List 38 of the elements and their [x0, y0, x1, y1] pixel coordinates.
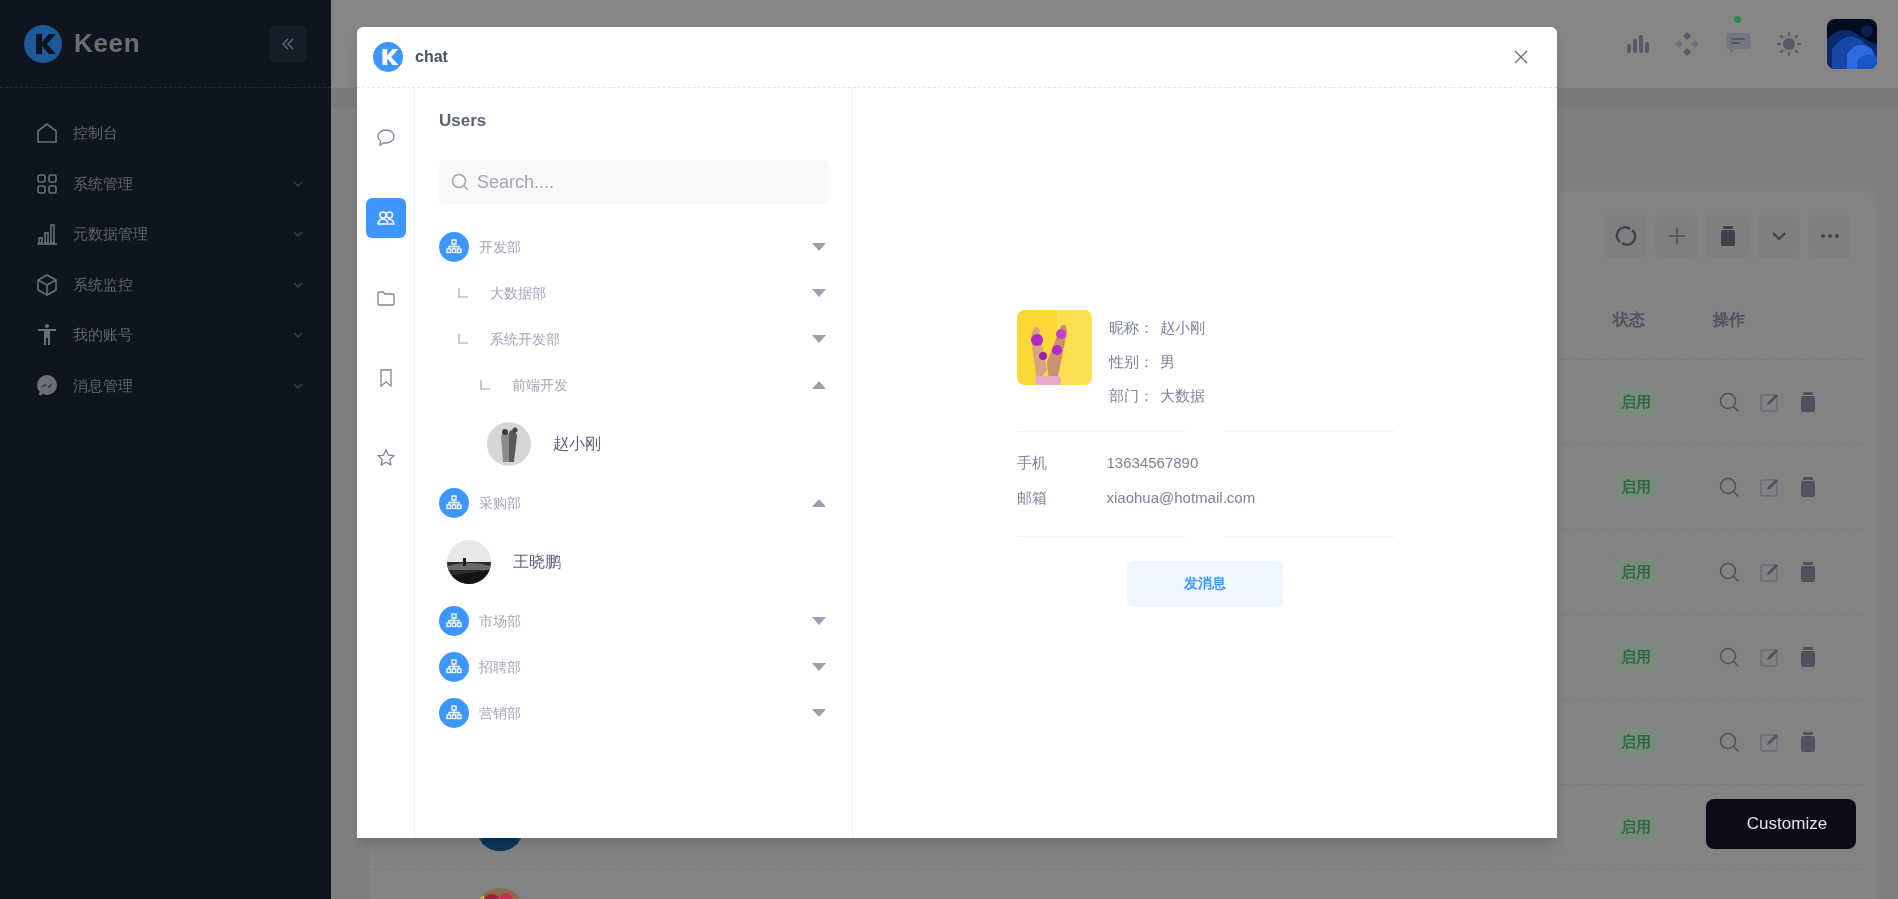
user-row[interactable]: 赵小刚 — [439, 408, 828, 480]
field-label: 昵称： — [1108, 318, 1154, 339]
panel-title: Users — [439, 110, 488, 132]
department-row[interactable]: 大数据部 — [439, 270, 828, 316]
menu-item[interactable]: 消息管理 — [0, 360, 331, 411]
status-badge: 启用 — [1613, 642, 1659, 672]
department-row[interactable]: 市场部 — [439, 598, 828, 644]
user-row[interactable]: 王晓鹏 — [439, 526, 828, 598]
menu-item[interactable]: 元数据管理 — [0, 209, 331, 260]
status-badge: 启用 — [1613, 557, 1659, 587]
status-badge: 启用 — [1613, 472, 1659, 502]
brand-name: Keen — [74, 27, 141, 60]
status-badge: 启用 — [1613, 387, 1659, 417]
department-row[interactable]: 营销部 — [439, 690, 828, 736]
field-label: 性别： — [1108, 352, 1154, 373]
field-label: 手机 — [1016, 452, 1048, 473]
field-value: 大数据 — [1159, 386, 1205, 407]
field-value: 赵小刚 — [1159, 318, 1205, 339]
department-row[interactable]: 开发部 — [439, 224, 828, 270]
customize-button[interactable]: Customize — [1706, 799, 1856, 849]
department-row[interactable]: 前端开发 — [439, 362, 828, 408]
field-value: xiaohua@hotmail.com — [1106, 487, 1256, 508]
field-value: 13634567890 — [1106, 452, 1199, 473]
menu-item[interactable]: 控制台 — [0, 108, 331, 159]
department-row[interactable]: 招聘部 — [439, 644, 828, 690]
menu-item[interactable]: 系统管理 — [0, 158, 331, 209]
status-badge: 启用 — [1613, 727, 1659, 757]
menu-item[interactable]: 我的账号 — [0, 310, 331, 361]
department-row[interactable]: 采购部 — [439, 480, 828, 526]
department-row[interactable]: 系统开发部 — [439, 316, 828, 362]
menu-item[interactable]: 系统监控 — [0, 259, 331, 310]
field-label: 部门： — [1108, 386, 1154, 407]
field-value: 男 — [1159, 352, 1175, 373]
modal-title: chat — [415, 47, 448, 67]
search-field[interactable]: Search.... — [439, 160, 828, 204]
field-label: 邮箱 — [1016, 487, 1048, 508]
status-badge: 启用 — [1613, 812, 1659, 842]
send-message-button[interactable]: 发消息 — [1127, 560, 1283, 607]
